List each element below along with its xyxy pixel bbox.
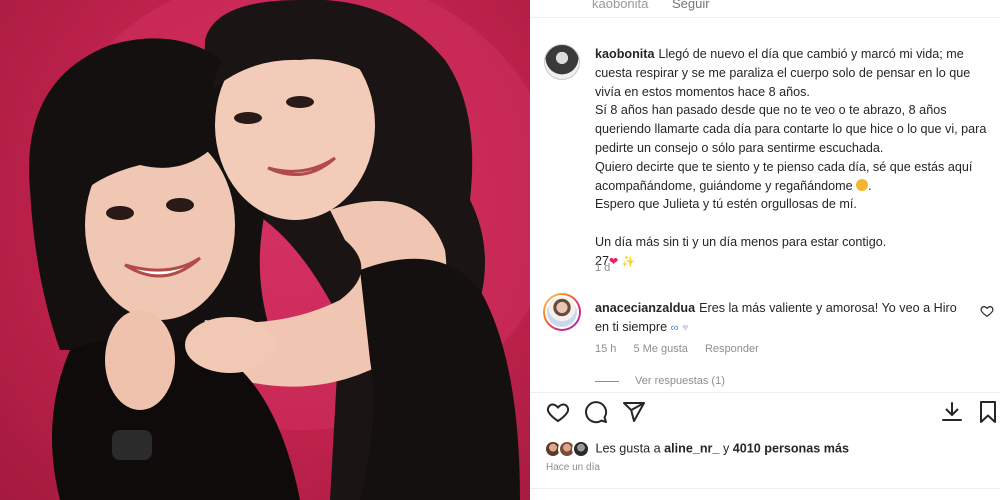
download-button[interactable] <box>940 400 964 424</box>
comment: anacecianzaldua Eres la más valiente y am… <box>595 299 965 338</box>
paper-plane-icon <box>623 402 645 422</box>
likes-others[interactable]: 4010 personas más <box>733 441 849 455</box>
caption-paragraph-2: Sí 8 años han pasado desde que no te veo… <box>595 103 987 155</box>
comment-bubble-icon <box>585 401 608 424</box>
post-side-panel: kaobonita Seguir kaobonita Llegó de nuevo… <box>530 0 1000 500</box>
caption-time: 1 d <box>595 262 611 274</box>
download-icon <box>942 402 962 421</box>
comment-likes[interactable]: 5 Me gusta <box>633 343 687 355</box>
view-replies-button[interactable]: Ver respuestas (1) <box>595 375 725 387</box>
comment-username[interactable]: anacecianzaldua <box>595 301 695 315</box>
comment-meta: 15 h 5 Me gusta Responder <box>595 343 773 355</box>
save-button[interactable] <box>976 400 1000 424</box>
likes-prefix: Les gusta a <box>595 441 661 456</box>
caption-username[interactable]: kaobonita <box>595 47 654 61</box>
likes-first-user[interactable]: aline_nr_ <box>664 441 719 455</box>
header-username[interactable]: kaobonita <box>592 0 648 11</box>
like-button[interactable] <box>546 400 570 424</box>
author-avatar[interactable] <box>544 44 580 80</box>
likes-connector: y <box>722 441 730 456</box>
white-heart-emoji: ♥ <box>681 321 689 334</box>
caption-paragraph-3: Quiero decirte que te siento y te pienso… <box>595 159 973 193</box>
infinity-emoji: ∞ <box>670 321 679 334</box>
commenter-avatar[interactable] <box>543 293 581 331</box>
photo-illustration <box>29 0 530 500</box>
replies-line <box>595 380 619 382</box>
comment-like-icon[interactable] <box>980 304 994 318</box>
comment-time: 15 h <box>595 343 617 355</box>
actions-divider <box>530 392 1000 393</box>
bookmark-icon <box>980 401 996 423</box>
caption-paragraph-5: Un día más sin ti y un día menos para es… <box>595 234 887 249</box>
smiling-face-emoji <box>856 178 869 191</box>
post-date: Hace un día <box>546 462 600 473</box>
share-button[interactable] <box>622 400 646 424</box>
heart-outline-icon <box>546 403 570 423</box>
view-replies-label: Ver respuestas (1) <box>635 375 725 387</box>
comment-button[interactable] <box>584 400 608 424</box>
likes-summary: Les gusta a aline_nr_ y 4010 personas má… <box>544 440 849 458</box>
post-header: kaobonita Seguir <box>530 0 1000 18</box>
heart-emoji: ❤ <box>609 255 619 268</box>
caption-paragraph-4: Espero que Julieta y tú estén orgullosas… <box>595 197 857 212</box>
follow-button[interactable]: Seguir <box>672 0 710 11</box>
reply-button[interactable]: Responder <box>705 343 759 355</box>
sparkles-emoji: ✨ <box>621 255 636 268</box>
bottom-divider <box>530 488 1000 489</box>
post-caption: kaobonita Llegó de nuevo el día que cambi… <box>595 45 995 271</box>
likers-avatars[interactable] <box>544 440 592 458</box>
post-photo[interactable] <box>0 0 530 500</box>
